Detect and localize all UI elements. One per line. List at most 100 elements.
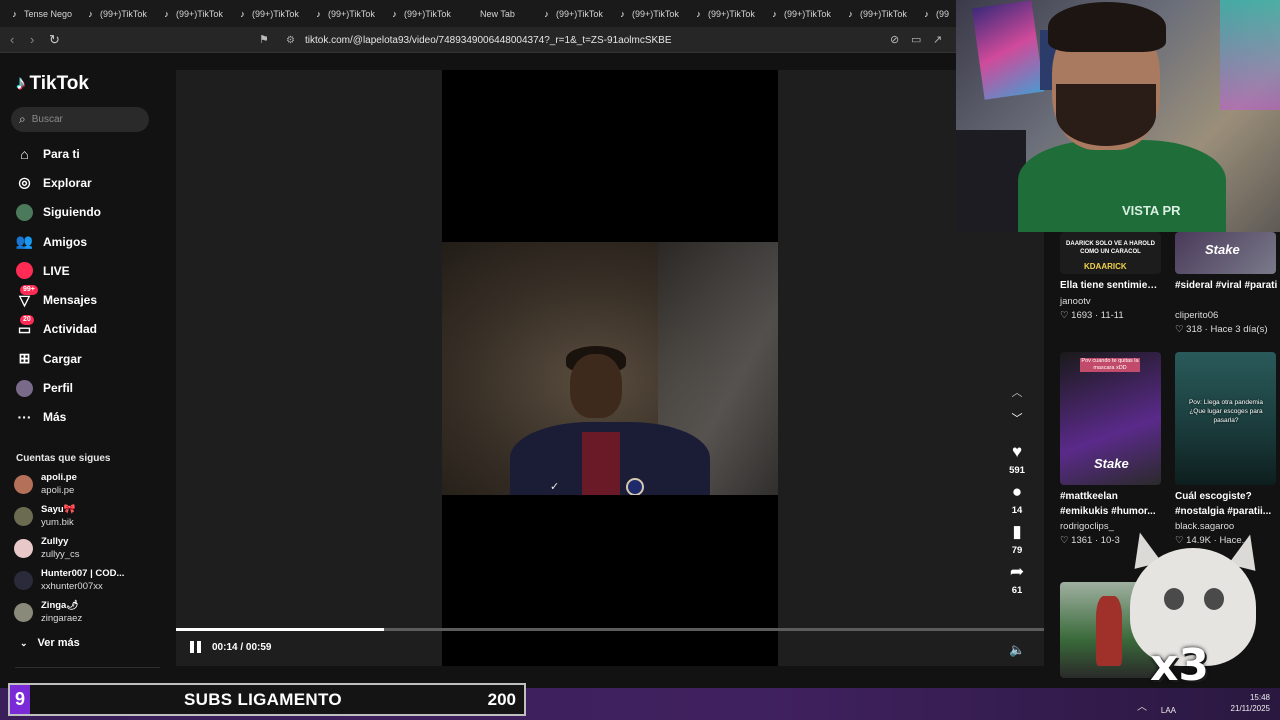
video-card-title[interactable]: #mattkeelan #emikukis #humor... [1060,490,1163,519]
video-frame[interactable]: ✓ [442,242,778,495]
cat-eye [1164,588,1184,610]
tiktok-sidebar: ♪ TikTok ⌕ Buscar ⌂ Para ti ◎ Explorar Sigui… [0,53,175,688]
video-card[interactable]: Stake #sideral #viral #parati cliperito0… [1175,232,1278,335]
account-name: Hunter007 | COD... [41,568,125,579]
video-card-title[interactable]: Cuál escogiste? #nostalgia #paratii... [1175,490,1278,519]
video-progress-bar[interactable] [176,628,1044,631]
nav-item-label: LIVE [43,263,70,278]
nav-item-actividad[interactable]: ▭ 20 Actividad [16,314,166,344]
next-video-icon[interactable]: ﹀ [1000,410,1034,436]
tiktok-favicon-icon: ♪ [164,8,169,19]
action-count: 79 [1011,545,1023,556]
account-handle: xxhunter007xx [41,581,103,592]
volume-icon[interactable]: 🔈 [1009,642,1025,658]
thumbnail-caption: Pov: Llega otra pandemia ¿Que lugar esco… [1188,399,1264,424]
video-thumbnail: Stake [1175,232,1276,274]
tab-title: (99+)TikTok [784,8,831,19]
heart-button[interactable]: ♥ 591 [1000,442,1034,476]
nav-item-amigos[interactable]: 👥 Amigos [16,227,166,256]
nav-item-siguiendo[interactable]: Siguiendo [16,198,166,227]
browser-tab[interactable]: ♪ (99+)TikTok [308,3,382,25]
nav-item-para-ti[interactable]: ⌂ Para ti [16,139,166,168]
nav-item-mensajes[interactable]: ▽ 99+ Mensajes [16,285,166,314]
bookmark-page-icon[interactable]: ⚑ [259,33,269,46]
nav-item-live[interactable]: LIVE [16,256,166,285]
share-button[interactable]: ➦ 61 [1000,562,1034,596]
browser-tab[interactable]: New Tab [460,3,534,25]
nav-item-m-s[interactable]: ··· Más [16,403,166,432]
search-placeholder: Buscar [31,114,63,125]
tab-title: (99+)TikTok [632,8,679,19]
more-dots-icon: ··· [17,409,32,426]
main-nav: ⌂ Para ti ◎ Explorar Siguiendo 👥 Amigos LIVE ▽ 99… [16,139,166,432]
tab-title: Tense Nego [24,8,73,19]
video-card[interactable]: Pov: Llega otra pandemia ¿Que lugar esco… [1175,352,1278,546]
see-more-button[interactable]: ⌄ Ver más [20,637,80,649]
tray-expand-icon[interactable]: ︿ [1137,698,1147,713]
share-page-icon[interactable]: ↗ [933,33,942,46]
nav-item-cargar[interactable]: ⊞ Cargar [16,344,166,373]
video-card-author[interactable]: cliperito06 [1175,310,1278,321]
comment-button[interactable]: ● 14 [1000,482,1034,516]
browser-tab[interactable]: ♪ (99+)TikTok [156,3,230,25]
tracking-shield-icon[interactable]: ⊘ [890,33,899,46]
playback-controls: 00:14 / 00:59 [190,641,272,653]
streamer-hair [1048,2,1166,52]
home-icon: ⌂ [20,145,29,162]
browser-tab[interactable]: ♪ (99+)TikTok [612,3,686,25]
forward-icon[interactable]: › [30,32,34,47]
cast-icon[interactable]: ▭ [911,33,921,46]
nav-item-perfil[interactable]: Perfil [16,373,166,402]
pause-icon[interactable] [190,641,202,653]
followed-account[interactable]: Sayu🎀 yum.bik [14,503,164,531]
video-card-stats: ♡ 1693 · 11-11 [1060,309,1124,321]
followed-account[interactable]: Hunter007 | COD... xxhunter007xx [14,567,164,595]
video-card[interactable]: DAARICK SOLO VE A HAROLD COMO UN CARACOL… [1060,232,1163,321]
tiktok-favicon-icon: ♪ [620,8,625,19]
following-heading: Cuentas que sigues [16,453,111,464]
account-name: Sayu🎀 [41,504,76,515]
video-card[interactable]: Pov cuando te quitas la mascara xDD Stak… [1060,352,1163,546]
post-date: 10-3 [1100,535,1120,546]
browser-tab[interactable]: ♪ (99+)TikTok [840,3,914,25]
video-card-title[interactable]: Ella tiene sentimientos... [1060,279,1163,294]
shirt-stripe [582,432,620,495]
video-card-title[interactable]: #sideral #viral #parati [1175,279,1278,308]
thumbnail-brand: KDAARICK [1084,262,1127,271]
back-icon[interactable]: ‹ [10,32,14,47]
address-bar[interactable]: ⚙ tiktok.com/@lapelota93/video/748934900… [278,32,898,49]
bookmark-button[interactable]: ▮ 79 [1000,522,1034,556]
reload-icon[interactable]: ↻ [49,32,60,48]
nav-item-explorar[interactable]: ◎ Explorar [16,168,166,197]
browser-tab[interactable]: ♪ (99+)TikTok [688,3,762,25]
browser-tab[interactable]: ♪ (99+)TikTok [384,3,458,25]
avatar [14,507,33,526]
player-head [570,354,622,418]
system-clock[interactable]: 15:48 21/11/2025 [1215,692,1270,714]
browser-tab[interactable]: ♪ (99+)TikTok [536,3,610,25]
avatar [14,475,33,494]
browser-tab[interactable]: ♪ (99+)TikTok [80,3,154,25]
tiktok-logo[interactable]: ♪ TikTok [16,73,89,95]
browser-tab[interactable]: ♪ Tense Nego [4,3,78,25]
video-card-author[interactable]: janootv [1060,296,1163,307]
like-count: 1693 [1071,309,1093,321]
site-info-icon[interactable]: ⚙ [286,32,295,49]
tab-title: (99+)TikTok [100,8,147,19]
followed-account[interactable]: apoli.pe apoli.pe [14,471,164,499]
cat-meme-overlay: x3 [1120,529,1264,691]
cat-eye [1204,588,1224,610]
browser-tab[interactable]: ♪ (99+)TikTok [232,3,306,25]
tab-title: (99+)TikTok [404,8,451,19]
previous-video-icon[interactable]: ︿ [1000,384,1034,410]
nav-item-label: Para ti [43,146,80,161]
led-light [1220,0,1280,110]
search-input[interactable]: ⌕ Buscar [11,107,149,132]
followed-account[interactable]: Zinga🌶 zingaraez [14,599,164,627]
nav-item-label: Siguiendo [43,205,101,220]
followed-account[interactable]: Zullyy zullyy_cs [14,535,164,563]
browser-tab[interactable]: ♪ (99+)TikTok [764,3,838,25]
tab-title: New Tab [480,8,515,19]
tab-title: (99+)TikTok [176,8,223,19]
input-language[interactable]: LAA [1150,705,1176,716]
